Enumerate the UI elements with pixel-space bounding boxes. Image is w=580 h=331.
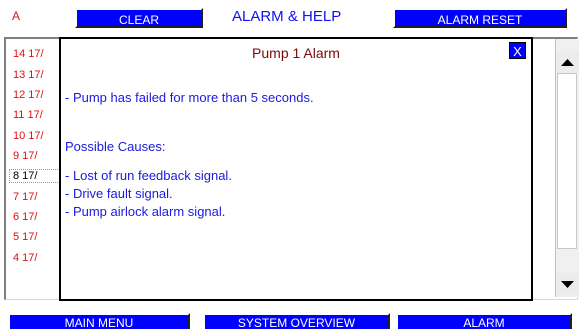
alarm-list-row[interactable]: 5 17/: [13, 231, 63, 243]
cause-item: - Pump airlock alarm signal.: [65, 204, 226, 219]
alarm-indicator-a: A: [12, 9, 21, 23]
cause-item: - Drive fault signal.: [65, 186, 173, 201]
scroll-thumb[interactable]: [557, 73, 577, 249]
alarm-list-row[interactable]: 9 17/: [13, 150, 63, 162]
alarm-list-scrollbar[interactable]: [555, 39, 579, 297]
scroll-down-button[interactable]: [556, 273, 579, 295]
scroll-down-arrow-icon: [561, 281, 574, 288]
page-title: ALARM & HELP: [232, 8, 342, 25]
alarm-list-row[interactable]: 6 17/: [13, 211, 63, 223]
main-menu-button[interactable]: MAIN MENU: [8, 313, 190, 330]
popup-title: Pump 1 Alarm: [252, 45, 340, 61]
scroll-up-button[interactable]: [556, 51, 579, 73]
alarm-list-row[interactable]: 11 17/: [13, 109, 63, 121]
alarm-list-row[interactable]: 14 17/: [13, 48, 63, 60]
alarm-list-row-selected[interactable]: 8 17/: [9, 169, 64, 183]
alarm-reset-button[interactable]: ALARM RESET: [393, 8, 567, 28]
possible-causes-heading: Possible Causes:: [65, 139, 166, 154]
alarm-help-popup: Pump 1 Alarm X - Pump has failed for mor…: [59, 37, 533, 301]
alarm-list-row[interactable]: 13 17/: [13, 69, 63, 81]
alarm-list-row[interactable]: 12 17/: [13, 89, 63, 101]
system-overview-button[interactable]: SYSTEM OVERVIEW: [203, 313, 390, 330]
alarm-list-row[interactable]: 4 17/: [13, 252, 63, 264]
scroll-up-arrow-icon: [561, 59, 574, 66]
close-button[interactable]: X: [509, 42, 526, 59]
clear-button[interactable]: CLEAR: [75, 8, 203, 28]
alarm-button[interactable]: ALARM: [396, 313, 572, 330]
alarm-list-row[interactable]: 7 17/: [13, 191, 63, 203]
alarm-description: - Pump has failed for more than 5 second…: [65, 90, 314, 105]
alarm-list-row[interactable]: 10 17/: [13, 130, 63, 142]
cause-item: - Lost of run feedback signal.: [65, 168, 232, 183]
